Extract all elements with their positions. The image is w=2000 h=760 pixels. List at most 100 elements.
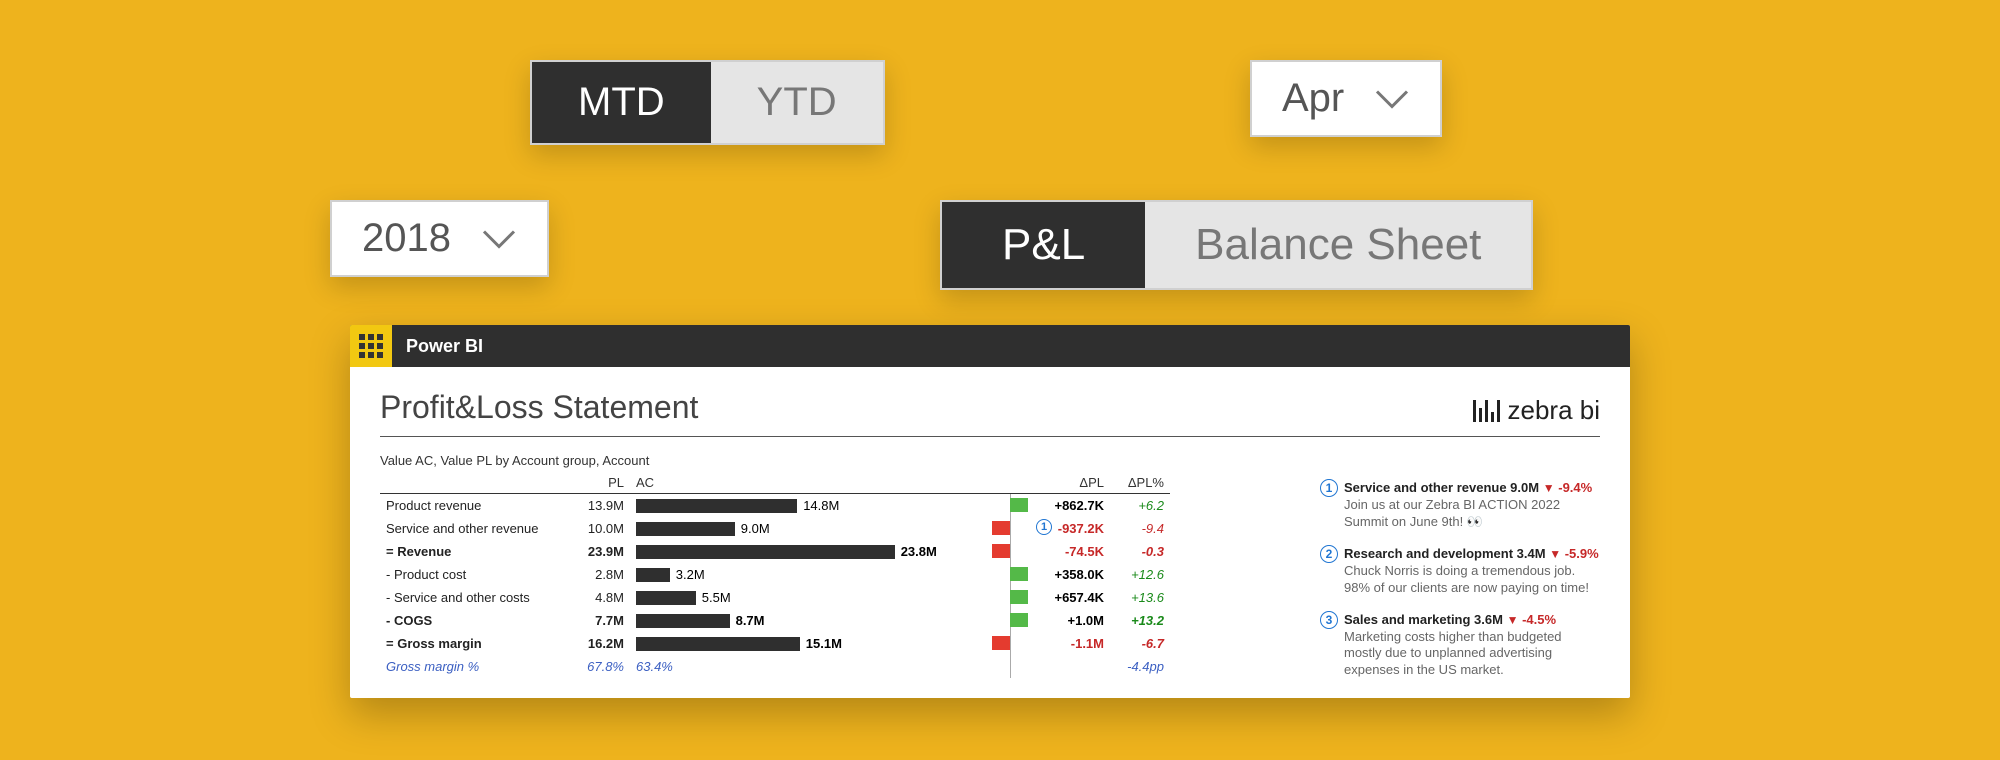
- row-label: = Revenue: [380, 540, 560, 563]
- row-label: Service and other revenue: [380, 517, 560, 540]
- report-body: Profit&Loss Statement zebra bi Value AC,…: [350, 367, 1630, 698]
- report-subtitle: Value AC, Value PL by Account group, Acc…: [380, 453, 1600, 468]
- triangle-down-icon: ▼: [1507, 613, 1519, 627]
- delta-bar-cell: [950, 655, 1040, 678]
- period-toggle[interactable]: MTD YTD: [530, 60, 885, 145]
- note-badge-inline[interactable]: 1: [1036, 519, 1052, 535]
- powerbi-window: Power BI Profit&Loss Statement zebra bi …: [350, 325, 1630, 698]
- period-option-ytd[interactable]: YTD: [711, 62, 883, 143]
- delta-bar-cell: [950, 563, 1040, 586]
- month-value: Apr: [1282, 76, 1344, 121]
- delta-value: +862.7K: [1040, 494, 1110, 518]
- delta-bar: [992, 521, 1010, 535]
- ac-value: 14.8M: [803, 498, 839, 513]
- sheet-toggle[interactable]: P&L Balance Sheet: [940, 200, 1533, 290]
- note-body: Chuck Norris is doing a tremendous job. …: [1344, 563, 1600, 597]
- col-dpl: ΔPL: [1040, 472, 1110, 494]
- delta-value: -74.5K: [1040, 540, 1110, 563]
- pl-table: PL AC ΔPL ΔPL% Product revenue13.9M14.8M…: [380, 472, 1170, 678]
- delta-bar-cell: 1: [950, 517, 1040, 540]
- ac-bar-cell: 9.0M: [630, 517, 950, 540]
- pl-value: 10.0M: [560, 517, 630, 540]
- col-ac: AC: [630, 472, 950, 494]
- note-title: Sales and marketing 3.6M: [1344, 612, 1503, 627]
- note-body: Join us at our Zebra BI ACTION 2022 Summ…: [1344, 497, 1600, 531]
- delta-pct: +12.6: [1110, 563, 1170, 586]
- sheet-option-balance-sheet[interactable]: Balance Sheet: [1145, 202, 1531, 288]
- table-row[interactable]: = Gross margin16.2M15.1M-1.1M-6.7: [380, 632, 1170, 655]
- pl-value: 16.2M: [560, 632, 630, 655]
- delta-bar-cell: [950, 632, 1040, 655]
- annotation: 2Research and development 3.4M ▼ -5.9%Ch…: [1320, 545, 1600, 597]
- annotation-panel: 1Service and other revenue 9.0M ▼ -9.4%J…: [1320, 479, 1600, 693]
- pl-value: 4.8M: [560, 586, 630, 609]
- delta-bar-cell: [950, 609, 1040, 632]
- row-label: - COGS: [380, 609, 560, 632]
- delta-pct: -4.4pp: [1110, 655, 1170, 678]
- table-row[interactable]: - Product cost2.8M3.2M+358.0K+12.6: [380, 563, 1170, 586]
- year-dropdown[interactable]: 2018: [330, 200, 549, 277]
- delta-value: +657.4K: [1040, 586, 1110, 609]
- row-label: - Service and other costs: [380, 586, 560, 609]
- report-title-row: Profit&Loss Statement zebra bi: [380, 389, 1600, 437]
- ac-bar-cell: 8.7M: [630, 609, 950, 632]
- delta-value: [1040, 655, 1110, 678]
- annotation: 1Service and other revenue 9.0M ▼ -9.4%J…: [1320, 479, 1600, 531]
- powerbi-titlebar: Power BI: [350, 325, 1630, 367]
- month-dropdown[interactable]: Apr: [1250, 60, 1442, 137]
- note-badge: 2: [1320, 545, 1338, 563]
- delta-value: +1.0M: [1040, 609, 1110, 632]
- ac-bar: [636, 568, 670, 582]
- ac-bar-cell: 15.1M: [630, 632, 950, 655]
- ac-bar-cell: 63.4%: [630, 655, 950, 678]
- delta-bar: [992, 636, 1010, 650]
- app-name: Power BI: [406, 336, 483, 357]
- delta-pct: -9.4: [1110, 517, 1170, 540]
- table-row[interactable]: Service and other revenue10.0M9.0M1-937.…: [380, 517, 1170, 540]
- ac-bar: [636, 591, 696, 605]
- ac-bar: [636, 545, 895, 559]
- sheet-option-pl[interactable]: P&L: [942, 202, 1145, 288]
- delta-pct: +13.2: [1110, 609, 1170, 632]
- col-pl: PL: [560, 472, 630, 494]
- note-title: Research and development 3.4M: [1344, 546, 1546, 561]
- table-row[interactable]: Gross margin %67.8%63.4% -4.4pp: [380, 655, 1170, 678]
- delta-bar-cell: [950, 540, 1040, 563]
- zebra-bi-logo: zebra bi: [1473, 395, 1601, 426]
- delta-bar-cell: [950, 586, 1040, 609]
- ac-bar: [636, 614, 730, 628]
- ac-value: 3.2M: [676, 567, 705, 582]
- ac-bar: [636, 637, 800, 651]
- ac-value: 9.0M: [741, 521, 770, 536]
- period-option-mtd[interactable]: MTD: [532, 62, 711, 143]
- ac-bar: [636, 522, 735, 536]
- ac-value: 15.1M: [806, 636, 842, 651]
- year-value: 2018: [362, 216, 451, 261]
- zebra-bars-icon: [1473, 400, 1500, 422]
- table-row[interactable]: - Service and other costs4.8M5.5M +657.4K…: [380, 586, 1170, 609]
- delta-pct: +13.6: [1110, 586, 1170, 609]
- delta-bar: [1010, 567, 1028, 581]
- pl-value: 23.9M: [560, 540, 630, 563]
- note-body: Marketing costs higher than budgeted mos…: [1344, 629, 1600, 680]
- row-label: = Gross margin: [380, 632, 560, 655]
- ac-bar-cell: 5.5M: [630, 586, 950, 609]
- col-dplpct: ΔPL%: [1110, 472, 1170, 494]
- note-delta: -4.5%: [1522, 612, 1556, 627]
- pl-value: 7.7M: [560, 609, 630, 632]
- delta-bar: [1010, 590, 1028, 604]
- note-badge: 1: [1320, 479, 1338, 497]
- ac-bar-cell: 3.2M: [630, 563, 950, 586]
- delta-value: +358.0K: [1040, 563, 1110, 586]
- ac-bar-cell: 23.8M: [630, 540, 950, 563]
- table-row[interactable]: - COGS7.7M8.7M +1.0M+13.2: [380, 609, 1170, 632]
- table-row[interactable]: = Revenue23.9M23.8M-74.5K-0.3: [380, 540, 1170, 563]
- pl-value: 13.9M: [560, 494, 630, 518]
- note-delta: -5.9%: [1565, 546, 1599, 561]
- row-label: Gross margin %: [380, 655, 560, 678]
- table-row[interactable]: Product revenue13.9M14.8M+862.7K+6.2: [380, 494, 1170, 518]
- delta-bar: [992, 544, 1010, 558]
- report-title: Profit&Loss Statement: [380, 389, 698, 426]
- app-launcher-icon[interactable]: [350, 325, 392, 367]
- pl-value: 67.8%: [560, 655, 630, 678]
